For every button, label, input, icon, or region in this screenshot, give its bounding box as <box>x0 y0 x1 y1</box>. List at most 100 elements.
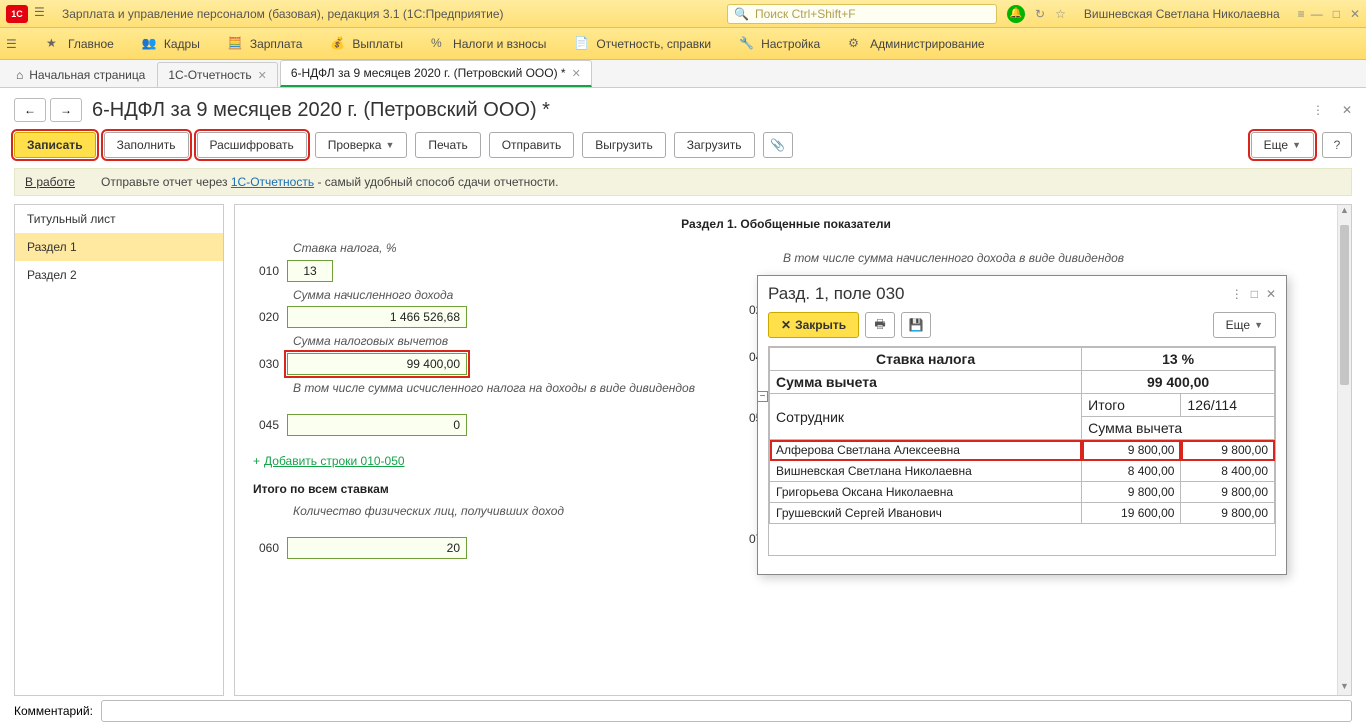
close-tab-icon[interactable]: ✕ <box>258 69 267 82</box>
menu-hamburger-icon[interactable]: ☰ <box>6 37 24 51</box>
menu-main[interactable]: ★Главное <box>32 36 128 52</box>
titlebar: 1C ☰ Зарплата и управление персоналом (б… <box>0 0 1366 28</box>
field-060[interactable]: 20 <box>287 537 467 559</box>
popup-print-button[interactable]: 🖶 <box>865 312 895 338</box>
popup-close-button[interactable]: ✕Закрыть <box>768 312 859 338</box>
close-icon: ✕ <box>781 318 791 332</box>
send-button[interactable]: Отправить <box>489 132 575 158</box>
field-045[interactable]: 0 <box>287 414 467 436</box>
user-name[interactable]: Вишневская Светлана Николаевна <box>1084 7 1280 21</box>
popup-close-icon[interactable]: ✕ <box>1266 287 1276 301</box>
save-button[interactable]: Записать <box>14 132 96 158</box>
more-button[interactable]: Еще▼ <box>1251 132 1314 158</box>
popup-table: Ставка налога13 % Сумма вычета99 400,00 … <box>769 347 1275 524</box>
minimize-icon[interactable]: — <box>1311 7 1323 21</box>
tab-1c-reporting[interactable]: 1С-Отчетность✕ <box>157 62 277 87</box>
hamburger-icon[interactable]: ☰ <box>34 5 52 23</box>
label-rate: Ставка налога, % <box>293 241 729 257</box>
vertical-scrollbar[interactable]: ▲ ▼ <box>1337 205 1351 695</box>
table-row[interactable]: Грушевский Сергей Иванович19 600,009 800… <box>770 503 1275 524</box>
th-rate: Ставка налога <box>770 348 1082 371</box>
notifications-icon[interactable]: 🔔 <box>1007 5 1025 23</box>
close-window-icon[interactable]: ✕ <box>1350 7 1360 21</box>
main-menu: ☰ ★Главное 👥Кадры 🧮Зарплата 💰Выплаты %На… <box>0 28 1366 60</box>
popup-more-button[interactable]: Еще▼ <box>1213 312 1276 338</box>
doc-icon: 📄 <box>574 36 590 52</box>
page-header: ← → 6-НДФЛ за 9 месяцев 2020 г. (Петровс… <box>0 88 1366 132</box>
table-row[interactable]: Алферова Светлана Алексеевна9 800,009 80… <box>770 440 1275 461</box>
totals-heading: Итого по всем ставкам <box>253 482 729 496</box>
import-button[interactable]: Загрузить <box>674 132 755 158</box>
nav-forward-button[interactable]: → <box>50 98 82 122</box>
global-search[interactable]: 🔍 Поиск Ctrl+Shift+F <box>727 4 997 24</box>
menu-kadry[interactable]: 👥Кадры <box>128 36 214 52</box>
menu-admin[interactable]: ⚙Администрирование <box>834 36 998 52</box>
label-income: Сумма начисленного дохода <box>293 288 729 304</box>
export-button[interactable]: Выгрузить <box>582 132 666 158</box>
detail-popup: Разд. 1, поле 030 ⋮ □ ✕ ✕Закрыть 🖶 💾 Еще… <box>757 275 1287 575</box>
gear-icon: ⚙ <box>848 36 864 52</box>
more-menu-icon[interactable]: ⋮ <box>1312 103 1324 117</box>
field-020[interactable]: 1 466 526,68 <box>287 306 467 328</box>
close-tab-icon[interactable]: ✕ <box>572 67 581 80</box>
star-icon: ★ <box>46 36 62 52</box>
fill-button[interactable]: Заполнить <box>104 132 189 158</box>
menu-payments[interactable]: 💰Выплаты <box>316 36 417 52</box>
th-code: 126/114 <box>1181 394 1275 417</box>
status-label[interactable]: В работе <box>25 175 75 189</box>
popup-save-button[interactable]: 💾 <box>901 312 931 338</box>
comment-input[interactable] <box>101 700 1352 722</box>
money-icon: 💰 <box>330 36 346 52</box>
scroll-down-icon[interactable]: ▼ <box>1338 681 1351 695</box>
th-rate-val: 13 % <box>1082 348 1275 371</box>
close-page-icon[interactable]: ✕ <box>1342 103 1352 117</box>
menu-settings[interactable]: 🔧Настройка <box>725 36 834 52</box>
percent-icon: % <box>431 36 447 52</box>
table-row[interactable]: Григорьева Оксана Николаевна9 800,009 80… <box>770 482 1275 503</box>
menu-salary[interactable]: 🧮Зарплата <box>214 36 317 52</box>
scroll-up-icon[interactable]: ▲ <box>1338 205 1351 219</box>
add-rows-link[interactable]: Добавить строки 010-050 <box>264 454 405 468</box>
code-010: 010 <box>249 264 279 278</box>
print-button[interactable]: Печать <box>415 132 480 158</box>
tab-6ndfl[interactable]: 6-НДФЛ за 9 месяцев 2020 г. (Петровский … <box>280 60 592 87</box>
code-045: 045 <box>249 418 279 432</box>
star-icon[interactable]: ☆ <box>1055 7 1066 21</box>
diskette-icon: 💾 <box>909 318 924 332</box>
th-sum2: Сумма вычета <box>1082 417 1275 440</box>
popup-table-wrap: − Ставка налога13 % Сумма вычета99 400,0… <box>768 346 1276 556</box>
field-010[interactable]: 13 <box>287 260 333 282</box>
code-060: 060 <box>249 541 279 555</box>
tabs-bar: ⌂Начальная страница 1С-Отчетность✕ 6-НДФ… <box>0 60 1366 88</box>
popup-maximize-icon[interactable]: □ <box>1251 287 1258 301</box>
logo-1c-icon: 1C <box>6 5 28 23</box>
status-link[interactable]: 1С-Отчетность <box>231 175 314 189</box>
check-button[interactable]: Проверка▼ <box>315 132 408 158</box>
decode-button[interactable]: Расшифровать <box>197 132 307 158</box>
table-row[interactable]: Вишневская Светлана Николаевна8 400,008 … <box>770 461 1275 482</box>
toolbar: Записать Заполнить Расшифровать Проверка… <box>0 132 1366 168</box>
history-icon[interactable]: ↻ <box>1035 7 1045 21</box>
menu-reports[interactable]: 📄Отчетность, справки <box>560 36 725 52</box>
code-020: 020 <box>249 310 279 324</box>
tab-home[interactable]: ⌂Начальная страница <box>6 63 155 87</box>
nav-item-title-page[interactable]: Титульный лист <box>15 205 223 233</box>
nav-item-section2[interactable]: Раздел 2 <box>15 261 223 289</box>
collapse-toggle[interactable]: − <box>757 391 768 402</box>
nav-back-button[interactable]: ← <box>14 98 46 122</box>
status-text: Отправьте отчет через 1С-Отчетность - са… <box>101 175 558 189</box>
help-button[interactable]: ? <box>1322 132 1352 158</box>
comment-label: Комментарий: <box>14 704 93 718</box>
menu-taxes[interactable]: %Налоги и взносы <box>417 36 560 52</box>
maximize-icon[interactable]: □ <box>1333 7 1340 21</box>
filter-icon[interactable]: ≡ <box>1298 7 1305 21</box>
label-deduct: Сумма налоговых вычетов <box>293 334 729 350</box>
field-030[interactable]: 99 400,00 <box>287 353 467 375</box>
chevron-down-icon: ▼ <box>1254 320 1263 330</box>
nav-item-section1[interactable]: Раздел 1 <box>15 233 223 261</box>
scroll-thumb[interactable] <box>1340 225 1349 385</box>
popup-menu-icon[interactable]: ⋮ <box>1231 287 1243 301</box>
attach-button[interactable]: 📎 <box>763 132 793 158</box>
wrench-icon: 🔧 <box>739 36 755 52</box>
page-title: 6-НДФЛ за 9 месяцев 2020 г. (Петровский … <box>92 99 1302 122</box>
